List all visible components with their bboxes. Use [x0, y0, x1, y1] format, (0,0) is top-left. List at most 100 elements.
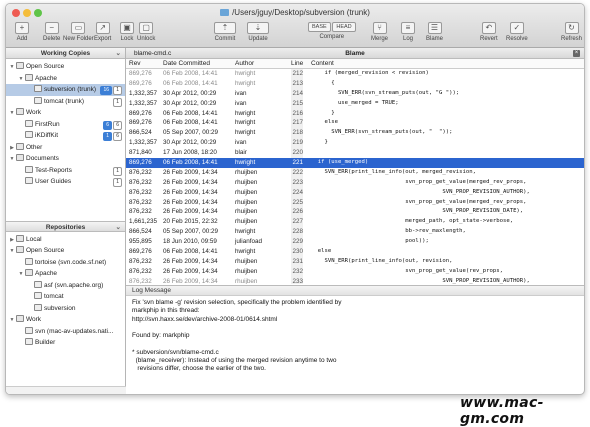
wc-item[interactable]: ▼ Open Source — [6, 61, 125, 73]
unlock-button[interactable]: ▢ Unlock — [137, 22, 155, 42]
table-row[interactable]: 1,332,357 30 Apr 2012, 00:29 ivan 214 SVN_E… — [126, 88, 584, 99]
repo-item[interactable]: tomcat — [6, 291, 125, 303]
head-segment[interactable]: HEAD — [332, 22, 356, 32]
cell-content: SVN_ERR(svn_stream_puts(out, "G ")); — [311, 89, 460, 96]
wc-item[interactable]: FirstRun 6 6 — [6, 119, 125, 131]
delete-button[interactable]: − Delete — [43, 22, 60, 42]
wc-item[interactable]: iKDiffKit 6 1 — [6, 130, 125, 142]
table-row[interactable]: 869,276 06 Feb 2008, 14:41 hwright 216 } — [126, 108, 584, 119]
compare-control[interactable]: BASE HEAD Compare — [308, 22, 356, 40]
table-row[interactable]: 876,232 26 Feb 2009, 14:34 rhuijben 231 SVN… — [126, 256, 584, 267]
repo-item-label: svn (mac-av-updates.nati... — [35, 327, 114, 335]
table-row[interactable]: 869,276 06 Feb 2008, 14:41 hwright 212 if (… — [126, 69, 584, 79]
cell-line: 215 — [291, 98, 303, 109]
table-row[interactable]: 1,332,357 30 Apr 2012, 00:29 ivan 215 use_m… — [126, 98, 584, 109]
wc-item[interactable]: ▼ Apache — [6, 73, 125, 85]
sidebar-bottom-bar — [6, 386, 126, 394]
repo-item[interactable]: subversion — [6, 303, 125, 315]
repo-item[interactable]: svn (mac-av-updates.nati... — [6, 326, 125, 338]
cell-date: 06 Feb 2008, 14:41 — [163, 79, 218, 87]
cell-content: SVN_ERR(svn_stream_puts(out, " ")); — [311, 129, 453, 136]
repository-icon — [25, 326, 33, 334]
col-author[interactable]: Author — [235, 59, 254, 69]
cell-rev: 876,232 — [129, 257, 152, 265]
table-row[interactable]: 876,232 26 Feb 2009, 14:34 rhuijben 225 svn… — [126, 197, 584, 208]
table-row[interactable]: 866,524 05 Sep 2007, 00:29 hwright 218 SVN_… — [126, 128, 584, 139]
merge-button[interactable]: ⑂ Merge — [371, 22, 388, 42]
col-content[interactable]: Content — [311, 59, 334, 69]
new-folder-button[interactable]: ▭ New Folder — [63, 22, 94, 42]
count-badge: 1 — [103, 132, 112, 141]
cell-content: { — [311, 79, 335, 86]
table-row[interactable]: 876,232 26 Feb 2009, 14:34 rhuijben 223 svn… — [126, 177, 584, 188]
cell-date: 06 Feb 2008, 14:41 — [163, 70, 218, 77]
wc-item[interactable]: ▶ Other — [6, 142, 125, 154]
repo-item[interactable]: ▼ Open Source — [6, 245, 125, 257]
cell-line: 223 — [291, 177, 303, 188]
table-row[interactable]: 876,232 26 Feb 2009, 14:34 rhuijben 232 svn… — [126, 266, 584, 277]
repo-item[interactable]: asf (svn.apache.org) — [6, 280, 125, 292]
table-row[interactable]: 955,895 18 Jun 2010, 09:59 julianfoad 229 p… — [126, 237, 584, 248]
table-row[interactable]: 866,524 05 Sep 2007, 00:29 hwright 228 bb->… — [126, 227, 584, 238]
resolve-button[interactable]: ✓ Resolve — [506, 22, 528, 42]
table-row[interactable]: 876,232 26 Feb 2009, 14:34 rhuijben 222 SVN… — [126, 167, 584, 178]
repository-icon — [34, 303, 42, 311]
table-row[interactable]: 876,232 26 Feb 2009, 14:34 rhuijben 226 SVN… — [126, 207, 584, 218]
revert-button[interactable]: ↶ Revert — [480, 22, 498, 42]
wc-item[interactable]: ▼ Work — [6, 107, 125, 119]
cell-author: rhuijben — [235, 277, 258, 284]
wc-item[interactable]: Test-Reports 1 — [6, 165, 125, 177]
cell-rev: 869,276 — [129, 159, 152, 167]
col-date[interactable]: Date Committed — [163, 59, 210, 69]
repo-item[interactable]: tortoise (svn.code.sf.net) — [6, 257, 125, 269]
wc-item[interactable]: subversion (trunk) 1 16 — [6, 84, 125, 96]
table-row[interactable]: 869,276 06 Feb 2008, 14:41 hwright 230 else — [126, 247, 584, 257]
export-button[interactable]: ↗ Export — [94, 22, 111, 42]
chevron-down-icon[interactable]: ⌄ — [116, 48, 121, 59]
repo-item[interactable]: ▶ Local — [6, 234, 125, 246]
col-line[interactable]: Line — [291, 59, 303, 69]
table-row[interactable]: 876,232 26 Feb 2009, 14:34 rhuijben 233 SVN… — [126, 276, 584, 284]
repo-item-label: Open Source — [26, 247, 65, 254]
cell-line: 231 — [291, 256, 303, 267]
refresh-button[interactable]: ↻ Refresh — [561, 22, 582, 42]
add-button[interactable]: + Add — [15, 22, 29, 42]
blame-button[interactable]: ☰ Blame — [426, 22, 443, 42]
repo-item[interactable]: ▼ Work — [6, 314, 125, 326]
wc-item[interactable]: ▼ Documents — [6, 153, 125, 165]
cell-author: ivan — [235, 139, 247, 147]
table-row[interactable]: 1,661,235 20 Feb 2015, 22:32 rhuijben 227 m… — [126, 217, 584, 228]
lock-button[interactable]: ▣ Lock — [120, 22, 134, 42]
cell-date: 26 Feb 2009, 14:34 — [163, 267, 218, 275]
close-icon[interactable]: × — [573, 50, 580, 57]
table-row[interactable]: 869,276 06 Feb 2008, 14:41 hwright 217 else — [126, 118, 584, 129]
repositories-header[interactable]: Repositories ⌄ — [6, 220, 125, 233]
cell-rev: 876,232 — [129, 277, 152, 284]
folder-icon — [16, 142, 24, 150]
log-button[interactable]: ≡ Log — [401, 22, 415, 42]
titlebar: /Users/jguy/Desktop/subversion (trunk) +… — [6, 4, 584, 48]
table-row[interactable]: 869,276 06 Feb 2008, 14:41 hwright 213 { — [126, 78, 584, 89]
repo-item[interactable]: ▼ Apache — [6, 268, 125, 280]
wc-item[interactable]: User Guides 1 — [6, 176, 125, 188]
table-row[interactable]: 876,232 26 Feb 2009, 14:34 rhuijben 224 SVN… — [126, 187, 584, 198]
repo-item-label: Apache — [35, 270, 58, 277]
folder-icon — [16, 315, 24, 322]
base-segment[interactable]: BASE — [308, 22, 331, 32]
table-row[interactable]: 1,332,357 30 Apr 2012, 00:29 ivan 219 } — [126, 138, 584, 149]
repo-item-label: Work — [26, 316, 42, 323]
table-row[interactable]: 871,840 17 Jun 2008, 18:20 blair 220 — [126, 148, 584, 159]
working-copy-icon — [25, 119, 33, 127]
blame-icon: ☰ — [427, 22, 442, 34]
working-copies-header[interactable]: Working Copies ⌄ — [6, 48, 125, 59]
table-row[interactable]: 869,276 06 Feb 2008, 14:41 hwright 221 if (… — [126, 158, 584, 168]
update-button[interactable]: ⇣ Update — [247, 22, 269, 42]
chevron-down-icon[interactable]: ⌄ — [116, 222, 121, 233]
cell-author: ivan — [235, 89, 247, 97]
repo-item[interactable]: Builder — [6, 337, 125, 349]
col-rev[interactable]: Rev — [129, 59, 141, 69]
cell-content: SVN_ERR(print_line_info(out, revision, — [311, 257, 453, 264]
commit-button[interactable]: ⇡ Commit — [214, 22, 236, 42]
cell-line: 216 — [291, 108, 303, 119]
wc-item[interactable]: tomcat (trunk) 1 — [6, 96, 125, 108]
